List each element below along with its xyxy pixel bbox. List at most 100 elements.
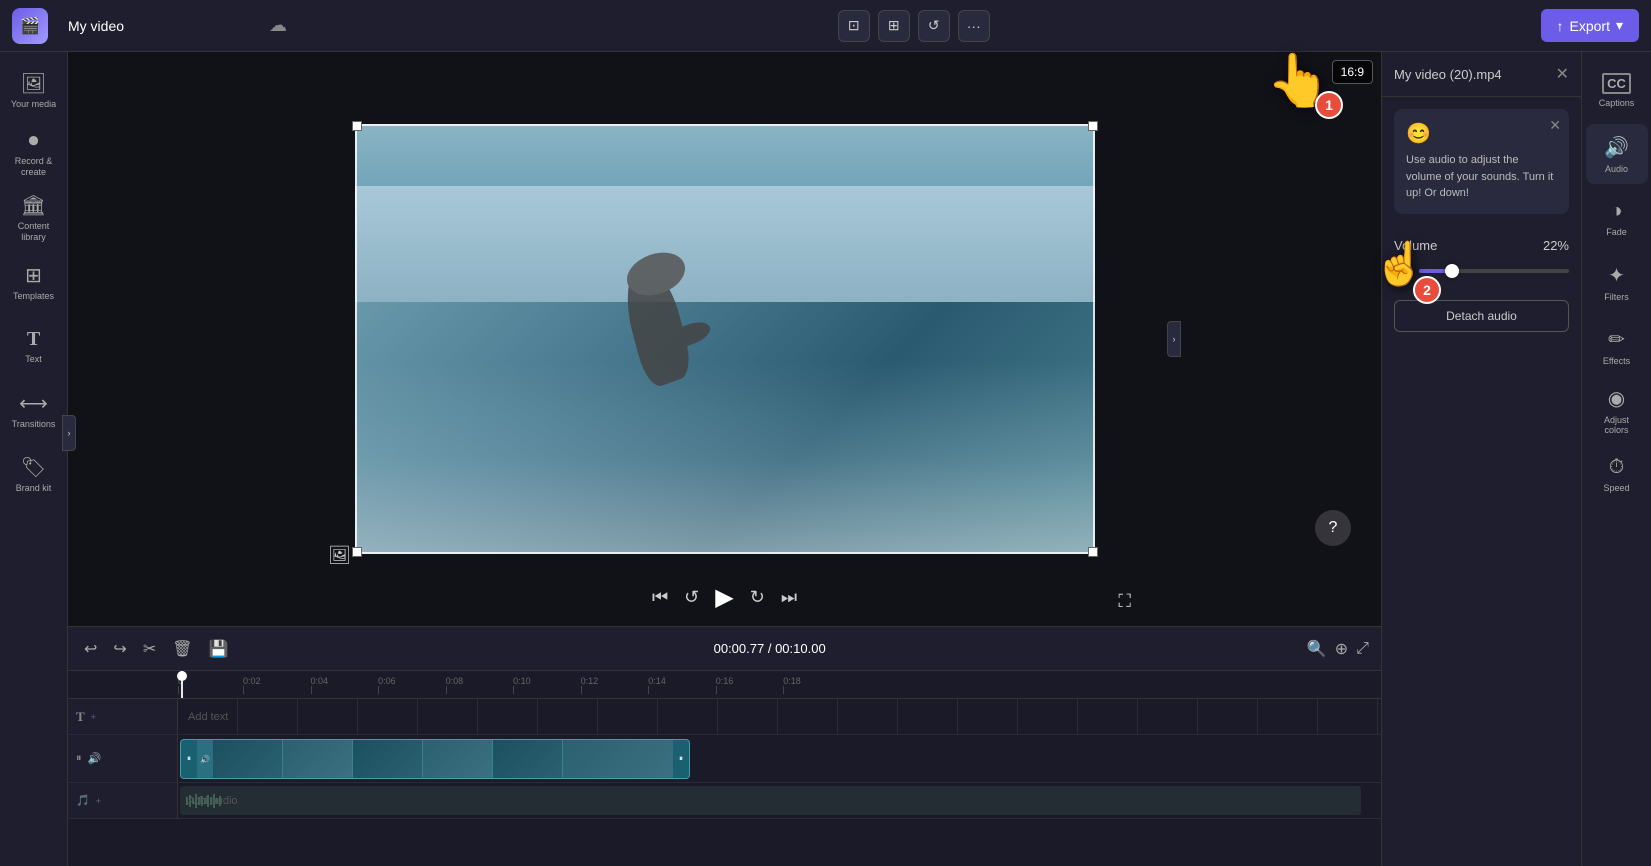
captions-icon: CC	[1602, 73, 1631, 94]
transitions-icon: ⟷	[19, 391, 48, 416]
zoom-out-button[interactable]: 🔍	[1307, 639, 1327, 659]
ruler-mark-2: 0:02	[243, 676, 261, 694]
text-track-row: T + Add text	[68, 699, 1381, 735]
timeline-tracks: T + Add text ⏸ 🔊	[68, 699, 1381, 819]
video-track-content[interactable]: ⏸ 🔊	[178, 735, 1381, 782]
volume-slider-row: 🔊	[1394, 263, 1569, 280]
right-sidebar-label-speed: Speed	[1603, 483, 1629, 493]
sidebar-item-templates[interactable]: ⊞ Templates	[4, 252, 64, 312]
export-icon: ↑	[1557, 18, 1564, 34]
volume-thumb[interactable]	[1445, 264, 1459, 278]
app-logo: 🎬	[12, 8, 48, 44]
panel-title: My video (20).mp4	[1394, 67, 1502, 82]
expand-timeline-button[interactable]: ⤢	[1356, 640, 1369, 658]
brand-kit-icon: 🏷	[21, 455, 46, 480]
volume-label: Volume	[1394, 238, 1437, 253]
timeline: ↩ ↪ ✂ 🗑 💾 00:00.77 / 00:10.00 🔍 ⊕ ⤢	[68, 626, 1381, 866]
volume-icon: 🔊	[1394, 263, 1411, 280]
tooltip-close-button[interactable]: ✕	[1549, 117, 1561, 134]
undo-button[interactable]: ↩	[80, 635, 101, 663]
toolbar-center: ⊡ ⊞ ↺ ···	[838, 10, 990, 42]
text-icon: T	[27, 328, 40, 351]
playhead-handle[interactable]	[177, 671, 187, 681]
ruler-mark-8: 0:08	[446, 676, 464, 694]
preview-area: 16:9 🖼 ⏮ ↺ ▶ ↻ ⏭ ⛶ ? ›	[68, 52, 1381, 626]
timeline-playhead[interactable]	[181, 671, 183, 698]
tooltip-text: Use audio to adjust the volume of your s…	[1406, 152, 1557, 202]
video-pause-icon: ⏸	[76, 752, 82, 765]
audio-track-row: 🎵 +	[68, 783, 1381, 819]
skip-to-end-button[interactable]: ⏭	[781, 587, 797, 608]
time-separator: /	[768, 641, 775, 656]
content-area: 16:9 🖼 ⏮ ↺ ▶ ↻ ⏭ ⛶ ? › ↩ ↪	[68, 52, 1381, 866]
properties-panel: My video (20).mp4 ✕ 😊 ✕ Use audio to adj…	[1381, 52, 1581, 866]
volume-value: 22%	[1543, 238, 1569, 253]
fade-icon: ◑	[1610, 200, 1622, 223]
right-sidebar-item-filters[interactable]: ✦ Filters	[1586, 252, 1648, 312]
preview-collapse-button[interactable]: ›	[1167, 321, 1181, 357]
rotate-button[interactable]: ↺	[918, 10, 950, 42]
sidebar-item-transitions[interactable]: ⟷ Transitions	[4, 380, 64, 440]
save-button[interactable]: 💾	[205, 635, 233, 663]
sidebar-item-record[interactable]: ⏺ Record &create	[4, 124, 64, 184]
delete-button[interactable]: 🗑	[168, 635, 196, 663]
play-pause-button[interactable]: ▶	[715, 583, 733, 612]
right-sidebar-item-fade[interactable]: ◑ Fade	[1586, 188, 1648, 248]
sidebar-item-brand-kit[interactable]: 🏷 Brand kit	[4, 444, 64, 504]
right-sidebar-label-captions: Captions	[1599, 98, 1635, 108]
clip-audio-icon: 🔊	[197, 740, 213, 778]
help-button[interactable]: ?	[1315, 510, 1351, 546]
export-button[interactable]: ↑ Export ▾	[1541, 9, 1640, 42]
topbar: 🎬 ☁ ⊡ ⊞ ↺ ··· ↑ Export ▾	[0, 0, 1651, 52]
volume-section: Volume 22% 🔊	[1382, 226, 1581, 292]
panel-header: My video (20).mp4 ✕	[1382, 52, 1581, 97]
text-track-content[interactable]: Add text	[178, 699, 1381, 734]
redo-button[interactable]: ↪	[109, 635, 130, 663]
tooltip-emoji: 😊	[1406, 123, 1431, 145]
aspect-ratio-button[interactable]: 16:9	[1332, 60, 1373, 84]
right-sidebar-label-filters: Filters	[1604, 292, 1629, 302]
more-button[interactable]: ···	[958, 10, 990, 42]
ruler-mark-4: 0:04	[311, 676, 329, 694]
sidebar-item-label-content-library: Contentlibrary	[18, 221, 50, 243]
sidebar-item-content-library[interactable]: 🏛 Contentlibrary	[4, 188, 64, 248]
add-text-hint: Add text	[188, 711, 228, 723]
cut-button[interactable]: ✂	[139, 635, 160, 663]
sidebar-item-label-templates: Templates	[13, 291, 54, 302]
right-sidebar-item-effects[interactable]: ✏ Effects	[1586, 316, 1648, 376]
crop-button[interactable]: ⊡	[838, 10, 870, 42]
fullscreen-button[interactable]: ⛶	[1118, 591, 1131, 612]
timeline-toolbar: ↩ ↪ ✂ 🗑 💾 00:00.77 / 00:10.00 🔍 ⊕ ⤢	[68, 627, 1381, 671]
sidebar-item-your-media[interactable]: 🖼 Your media	[4, 60, 64, 120]
audio-track-content[interactable]: Add audio	[178, 783, 1381, 818]
right-sidebar-item-speed[interactable]: ⏱ Speed	[1586, 444, 1648, 504]
screenshot-button[interactable]: 🖼	[328, 545, 351, 566]
sidebar-item-text[interactable]: T Text	[4, 316, 64, 376]
right-sidebar-item-captions[interactable]: CC Captions	[1586, 60, 1648, 120]
sidebar-collapse-button[interactable]: ›	[62, 415, 76, 451]
text-track-label: T +	[68, 699, 178, 734]
sidebar-item-label-brand-kit: Brand kit	[16, 483, 52, 494]
project-title[interactable]	[60, 14, 257, 38]
your-media-icon: 🖼	[21, 71, 46, 96]
speed-icon: ⏱	[1609, 456, 1625, 479]
volume-slider[interactable]	[1419, 269, 1569, 273]
content-library-icon: 🏛	[21, 193, 46, 218]
resize-button[interactable]: ⊞	[878, 10, 910, 42]
zoom-in-button[interactable]: ⊕	[1335, 639, 1348, 659]
video-track-row: ⏸ 🔊 ⏸ 🔊	[68, 735, 1381, 783]
right-sidebar-item-audio[interactable]: 🔊 Audio	[1586, 124, 1648, 184]
video-clip[interactable]: ⏸ 🔊	[180, 739, 690, 779]
forward-button[interactable]: ↻	[750, 587, 765, 608]
ruler-mark-10: 0:10	[513, 676, 531, 694]
rewind-button[interactable]: ↺	[684, 587, 699, 608]
detach-audio-button[interactable]: Detach audio	[1394, 300, 1569, 332]
clip-right-handle[interactable]: ⏸	[673, 740, 689, 778]
export-chevron-icon: ▾	[1616, 17, 1623, 34]
skip-to-start-button[interactable]: ⏮	[652, 587, 668, 608]
panel-close-button[interactable]: ✕	[1556, 64, 1569, 84]
sidebar-item-label-text: Text	[25, 354, 42, 365]
clip-left-handle[interactable]: ⏸	[181, 740, 197, 778]
clip-thumbnails	[213, 740, 673, 778]
right-sidebar-item-adjust-colors[interactable]: ◉ Adjustcolors	[1586, 380, 1648, 440]
